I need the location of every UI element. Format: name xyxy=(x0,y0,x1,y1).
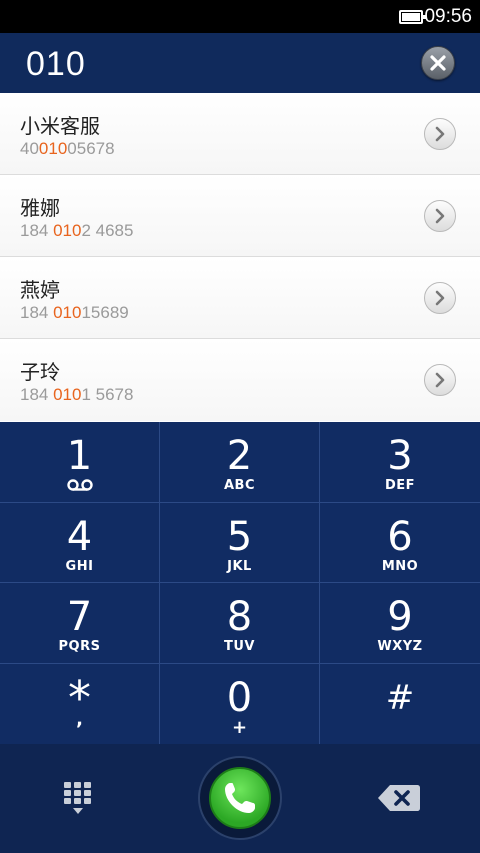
call-button-face xyxy=(209,767,271,829)
contact-row[interactable]: 雅娜 184 0102 4685 xyxy=(0,175,480,257)
match-highlight: 010 xyxy=(53,221,82,240)
key-letters: DEF xyxy=(384,478,416,493)
key-6[interactable]: 6 MNO xyxy=(320,503,480,583)
key-5[interactable]: 5 JKL xyxy=(160,502,320,583)
key-digit: 6 xyxy=(387,513,413,560)
key-digit: 5 xyxy=(226,513,253,560)
key-letters: TUV xyxy=(224,639,255,654)
key-digit: 3 xyxy=(387,433,413,479)
contact-number: 184 01015689 xyxy=(20,303,129,322)
chevron-right-icon xyxy=(435,208,445,224)
key-7[interactable]: 7 PQRS xyxy=(0,583,160,664)
contact-number: 184 0101 5678 xyxy=(20,385,134,404)
contact-name: 子玲 xyxy=(20,360,60,384)
close-icon xyxy=(430,55,446,71)
backspace-icon xyxy=(378,785,420,811)
dial-input-bar: 010 xyxy=(0,33,480,93)
key-9[interactable]: 9 WXYZ xyxy=(320,583,480,664)
key-star[interactable]: * , xyxy=(0,663,160,744)
contact-row[interactable]: 子玲 184 0101 5678 xyxy=(0,339,480,421)
contact-name: 雅娜 xyxy=(20,196,60,220)
key-hash[interactable]: # xyxy=(320,664,480,745)
key-4[interactable]: 4 GHI xyxy=(0,502,160,583)
key-sub-symbol: + xyxy=(231,716,248,738)
match-highlight: 010 xyxy=(38,139,68,158)
contact-detail-button[interactable] xyxy=(424,364,456,396)
match-highlight: 010 xyxy=(53,303,82,322)
clear-button[interactable] xyxy=(421,46,455,80)
key-digit: 0 xyxy=(226,674,253,721)
contact-row[interactable]: 燕婷 184 01015689 xyxy=(0,257,480,339)
key-letters: ABC xyxy=(223,478,255,493)
contact-number: 184 0102 4685 xyxy=(20,221,134,240)
contact-results-list: 小米客服 4001005678 雅娜 184 0102 4685 燕婷 184 … xyxy=(0,93,480,422)
call-button[interactable] xyxy=(198,756,282,840)
dialpad-icon xyxy=(64,782,91,814)
contact-name: 燕婷 xyxy=(20,278,60,302)
key-8[interactable]: 8 TUV xyxy=(160,583,320,664)
key-digit: 4 xyxy=(66,513,93,560)
key-letters: GHI xyxy=(65,558,94,574)
contact-row[interactable]: 小米客服 4001005678 xyxy=(0,93,480,175)
key-digit: 9 xyxy=(387,594,413,640)
chevron-right-icon xyxy=(435,372,445,388)
status-bar: 09:56 xyxy=(0,0,480,33)
key-digit: 2 xyxy=(226,433,253,479)
backspace-button[interactable] xyxy=(376,782,422,814)
contact-detail-button[interactable] xyxy=(424,118,456,150)
contact-number: 4001005678 xyxy=(20,139,115,158)
dialed-number[interactable]: 010 xyxy=(26,45,86,84)
key-digit: 7 xyxy=(66,594,93,640)
voicemail-icon xyxy=(66,479,93,491)
key-1[interactable]: 1 xyxy=(0,422,160,503)
contact-detail-button[interactable] xyxy=(424,282,456,314)
bottom-action-bar xyxy=(0,744,480,853)
key-sub-symbol: , xyxy=(76,708,83,730)
key-3[interactable]: 3 DEF xyxy=(320,422,480,503)
key-digit: 8 xyxy=(226,594,253,640)
keypad-toggle-button[interactable] xyxy=(60,780,96,820)
chevron-right-icon xyxy=(435,126,445,142)
contact-detail-button[interactable] xyxy=(424,200,456,232)
phone-icon xyxy=(225,783,255,813)
match-highlight: 010 xyxy=(53,385,82,404)
key-2[interactable]: 2 ABC xyxy=(160,422,320,503)
key-letters: JKL xyxy=(227,558,252,574)
key-letters: PQRS xyxy=(58,639,101,654)
key-0[interactable]: 0 + xyxy=(160,663,320,744)
battery-icon xyxy=(399,10,426,24)
key-digit: 1 xyxy=(66,433,93,479)
key-digit: # xyxy=(385,677,415,718)
key-letters: MNO xyxy=(381,558,419,574)
contact-name: 小米客服 xyxy=(20,114,100,138)
status-time: 09:56 xyxy=(424,6,472,27)
dial-keypad: 1 2 ABC 3 DEF 4 GHI 5 JKL 6 MNO 7 PQRS 8… xyxy=(0,422,480,744)
key-letters: WXYZ xyxy=(377,639,423,654)
chevron-right-icon xyxy=(435,290,445,306)
